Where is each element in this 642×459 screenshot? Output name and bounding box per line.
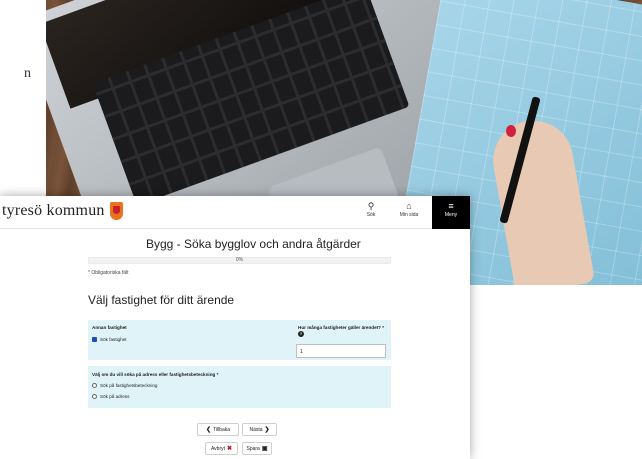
coat-of-arms-icon[interactable] [110, 202, 123, 220]
next-button[interactable]: Nästa ❯ [242, 423, 277, 436]
search-label: Sök [366, 212, 376, 218]
radio-property-designation[interactable]: Sök på fastighetsbeteckning [92, 383, 157, 388]
save-icon: ▣ [261, 446, 268, 452]
red-nail [506, 125, 516, 137]
radio-property-designation-label: Sök på fastighetsbeteckning [100, 383, 158, 388]
menu-label: Meny [444, 212, 458, 218]
home-icon: ⌂ [406, 201, 412, 211]
cancel-label: Avbryt [210, 445, 226, 452]
form-title: Bygg - Söka bygglov och andra åtgärder [146, 237, 361, 251]
progress-bar: 0% [88, 257, 391, 264]
my-page-label: Min sida [399, 212, 419, 218]
property-count-text: Hur många fastigheter gäller ärendet? * [298, 325, 385, 330]
chevron-left-icon: ❮ [205, 427, 211, 433]
required-note: * Obligatoriska fält [88, 270, 129, 276]
progress-label: 0% [235, 257, 244, 263]
section-heading: Välj fastighet för ditt ärende [88, 293, 235, 307]
close-icon: ✖ [227, 446, 233, 452]
menu-button[interactable]: ≡ Meny [432, 196, 470, 229]
other-property-label: Annan fastighet [92, 325, 127, 330]
save-label: Spara [246, 445, 260, 452]
search-icon: ⚲ [367, 201, 375, 211]
my-page-button[interactable]: ⌂ Min sida [390, 201, 428, 225]
logo-text[interactable]: tyresö kommun [2, 202, 105, 220]
radio-address[interactable]: Sök på adress [92, 394, 129, 399]
property-count-input[interactable]: 1 [296, 344, 386, 358]
site-header: tyresö kommun ⚲ Sök ⌂ Min sida ≡ Meny [0, 196, 470, 229]
hamburger-icon: ≡ [448, 201, 454, 211]
save-button[interactable]: Spara ▣ [242, 442, 272, 455]
back-label: Tillbaka [212, 426, 231, 433]
radio-unchecked-icon[interactable] [92, 394, 97, 399]
radio-address-label: Sök på adress [100, 394, 130, 399]
cancel-button[interactable]: Avbryt ✖ [205, 442, 238, 455]
search-property-label: Sök fastighet [100, 337, 127, 342]
search-method-question: Välj om du vill söka på adress eller fas… [92, 372, 219, 377]
side-letter: n [24, 66, 31, 81]
next-label: Nästa [249, 426, 263, 433]
help-icon[interactable]: ? [298, 331, 304, 337]
chevron-right-icon: ❯ [264, 427, 270, 433]
back-button[interactable]: ❮ Tillbaka [197, 423, 239, 436]
radio-unchecked-icon[interactable] [92, 383, 97, 388]
search-button[interactable]: ⚲ Sök [352, 201, 390, 225]
search-property-checkbox[interactable]: Sök fastighet [92, 337, 127, 342]
search-method-panel: Välj om du vill söka på adress eller fas… [88, 366, 391, 408]
checkbox-checked-icon[interactable] [92, 337, 97, 342]
property-count-label: Hur många fastigheter gäller ärendet? * … [298, 325, 388, 337]
